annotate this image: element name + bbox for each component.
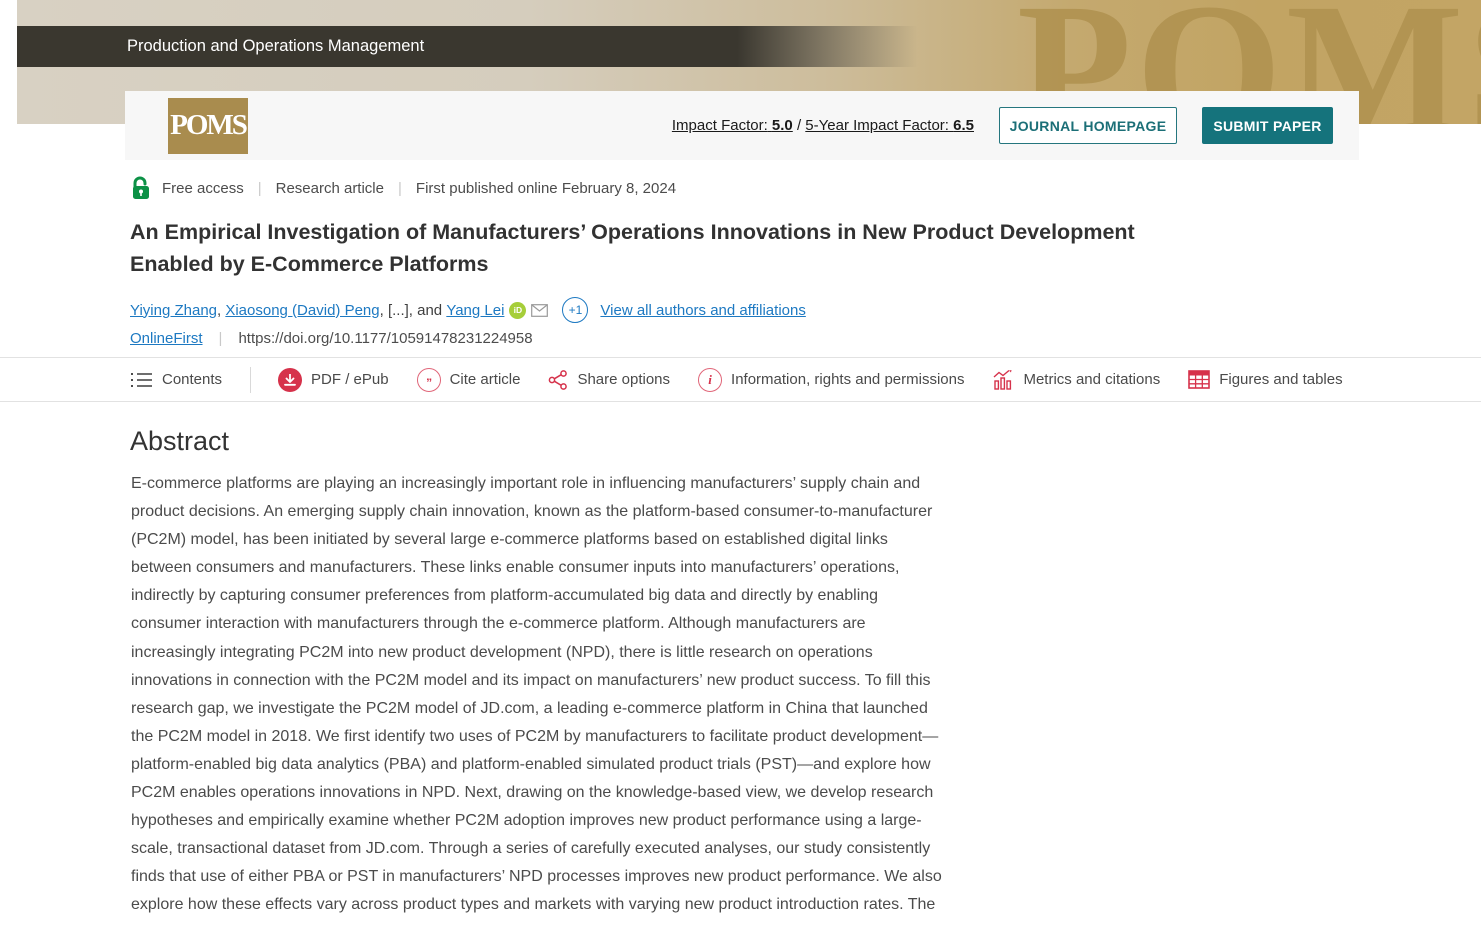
- contents-label: Contents: [162, 371, 222, 388]
- journal-homepage-button[interactable]: JOURNAL HOMEPAGE: [999, 107, 1177, 144]
- doi-text: https://doi.org/10.1177/1059147823122495…: [238, 330, 532, 347]
- metrics-citations-label: Metrics and citations: [1023, 371, 1160, 388]
- journal-name: Production and Operations Management: [17, 26, 917, 67]
- share-options-label: Share options: [577, 371, 670, 388]
- toolbar-separator: [250, 367, 251, 393]
- envelope-icon[interactable]: [531, 304, 548, 317]
- info-circle-icon: i: [698, 368, 722, 392]
- information-rights-button[interactable]: i Information, rights and permissions: [698, 368, 964, 392]
- view-all-authors-link[interactable]: View all authors and affiliations: [600, 302, 805, 319]
- abstract-heading: Abstract: [130, 426, 229, 457]
- share-options-button[interactable]: Share options: [548, 370, 670, 390]
- journal-logo[interactable]: POMS: [168, 98, 248, 154]
- figures-tables-label: Figures and tables: [1219, 371, 1342, 388]
- bar-chart-icon: [992, 369, 1014, 391]
- pub-separator: |: [219, 330, 223, 347]
- article-type-label: Research article: [276, 180, 384, 197]
- journal-header-card: POMS Impact Factor: 5.0 / 5-Year Impact …: [125, 91, 1359, 160]
- toolbar-bottom-divider: [0, 401, 1481, 402]
- meta-separator: |: [398, 180, 402, 197]
- publication-row: OnlineFirst | https://doi.org/10.1177/10…: [130, 330, 533, 347]
- journal-name-bar: Production and Operations Management: [17, 26, 917, 67]
- contents-button[interactable]: Contents: [131, 371, 222, 389]
- quote-bubble-icon: ”: [417, 368, 441, 392]
- pdf-epub-button[interactable]: PDF / ePub: [278, 368, 389, 392]
- cite-article-label: Cite article: [450, 371, 521, 388]
- figures-tables-button[interactable]: Figures and tables: [1188, 370, 1342, 389]
- download-circle-icon: [278, 368, 302, 392]
- five-year-impact-factor-link[interactable]: 5-Year Impact Factor: 6.5: [805, 117, 974, 134]
- open-lock-icon: [131, 176, 151, 200]
- authors-row: Yiying Zhang , Xiaosong (David) Peng , […: [130, 297, 806, 323]
- author-link-2[interactable]: Xiaosong (David) Peng: [225, 302, 379, 319]
- share-nodes-icon: [548, 370, 568, 390]
- article-meta-row: Free access | Research article | First p…: [131, 176, 676, 200]
- table-icon: [1188, 370, 1210, 389]
- article-title: An Empirical Investigation of Manufactur…: [130, 216, 1215, 280]
- abstract-text: E-commerce platforms are playing an incr…: [131, 470, 951, 920]
- online-first-link[interactable]: OnlineFirst: [130, 330, 203, 347]
- pdf-epub-label: PDF / ePub: [311, 371, 389, 388]
- impact-factor-link[interactable]: Impact Factor: 5.0: [672, 117, 793, 134]
- information-rights-label: Information, rights and permissions: [731, 371, 964, 388]
- impact-factor-line: Impact Factor: 5.0 / 5-Year Impact Facto…: [672, 117, 974, 134]
- author-link-3[interactable]: Yang Lei: [446, 302, 504, 319]
- author-link-1[interactable]: Yiying Zhang: [130, 302, 217, 319]
- impact-factor-separator: /: [797, 117, 801, 134]
- submit-paper-button[interactable]: SUBMIT PAPER: [1202, 107, 1333, 144]
- access-type-label: Free access: [162, 180, 244, 197]
- metrics-citations-button[interactable]: Metrics and citations: [992, 369, 1160, 391]
- more-authors-button[interactable]: +1: [562, 297, 588, 323]
- article-toolbar: Contents PDF / ePub ” Cite article Share…: [131, 358, 1371, 401]
- orcid-icon[interactable]: iD: [509, 302, 526, 319]
- list-icon: [131, 371, 153, 389]
- cite-article-button[interactable]: ” Cite article: [417, 368, 521, 392]
- published-date-label: First published online February 8, 2024: [416, 180, 676, 197]
- meta-separator: |: [258, 180, 262, 197]
